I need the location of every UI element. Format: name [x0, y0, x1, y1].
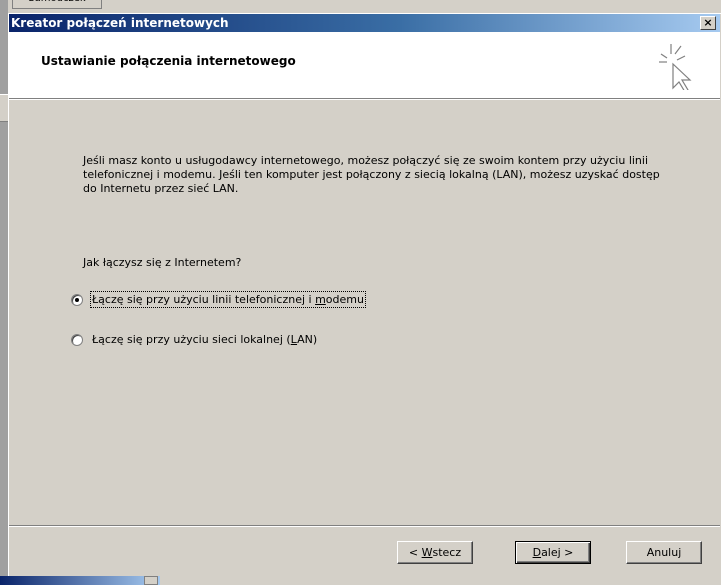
option-modem-accel: m — [315, 293, 326, 306]
option-lan-label-text: Łączę się przy użyciu sieci lokalnej ( — [92, 333, 291, 346]
back-button[interactable]: < Wstecz — [397, 541, 473, 564]
back-button-accel: W — [421, 545, 433, 559]
header-divider — [9, 99, 720, 100]
background-taskbar-button[interactable] — [144, 576, 158, 585]
option-lan[interactable]: Łączę się przy użyciu sieci lokalnej (LA… — [71, 333, 317, 346]
option-lan-label[interactable]: Łączę się przy użyciu sieci lokalnej (LA… — [92, 333, 317, 346]
title-bar[interactable]: Kreator połączeń internetowych × — [9, 14, 720, 32]
option-modem[interactable]: Łączę się przy użyciu linii telefoniczne… — [71, 291, 366, 308]
radio-lan[interactable] — [71, 333, 83, 346]
back-button-prefix: < — [408, 545, 422, 559]
background-window-toolbar — [0, 94, 8, 122]
page-title: Ustawianie połączenia internetowego — [41, 54, 296, 68]
wizard-cursor-icon — [659, 44, 692, 90]
close-button[interactable]: × — [700, 16, 716, 30]
option-lan-label-rest: AN) — [297, 333, 318, 346]
wizard-header: Ustawianie połączenia internetowego — [9, 32, 720, 99]
option-modem-label-text: Łączę się przy użyciu linii telefoniczne… — [92, 293, 316, 306]
next-button[interactable]: Dalej > — [515, 541, 591, 564]
cancel-button[interactable]: Anuluj — [626, 541, 702, 564]
footer-divider-highlight — [9, 526, 720, 527]
wizard-dialog: Kreator połączeń internetowych × Ustawia… — [8, 13, 721, 576]
background-taskbar-title — [0, 576, 160, 585]
description-text: Jeśli masz konto u usługodawcy interneto… — [83, 154, 660, 195]
window-title: Kreator połączeń internetowych — [11, 16, 229, 30]
radio-modem[interactable] — [71, 293, 83, 306]
next-button-accel: D — [532, 545, 542, 559]
next-button-label: alej > — [541, 545, 574, 559]
close-icon: × — [703, 16, 713, 29]
option-modem-label-rest: odemu — [325, 293, 364, 306]
background-tab[interactable]: Samouczek — [12, 0, 102, 9]
back-button-label: stecz — [432, 545, 462, 559]
option-modem-label[interactable]: Łączę się przy użyciu linii telefoniczne… — [90, 291, 366, 308]
connection-question: Jak łączysz się z Internetem? — [83, 256, 242, 269]
background-window-edge — [0, 0, 8, 585]
